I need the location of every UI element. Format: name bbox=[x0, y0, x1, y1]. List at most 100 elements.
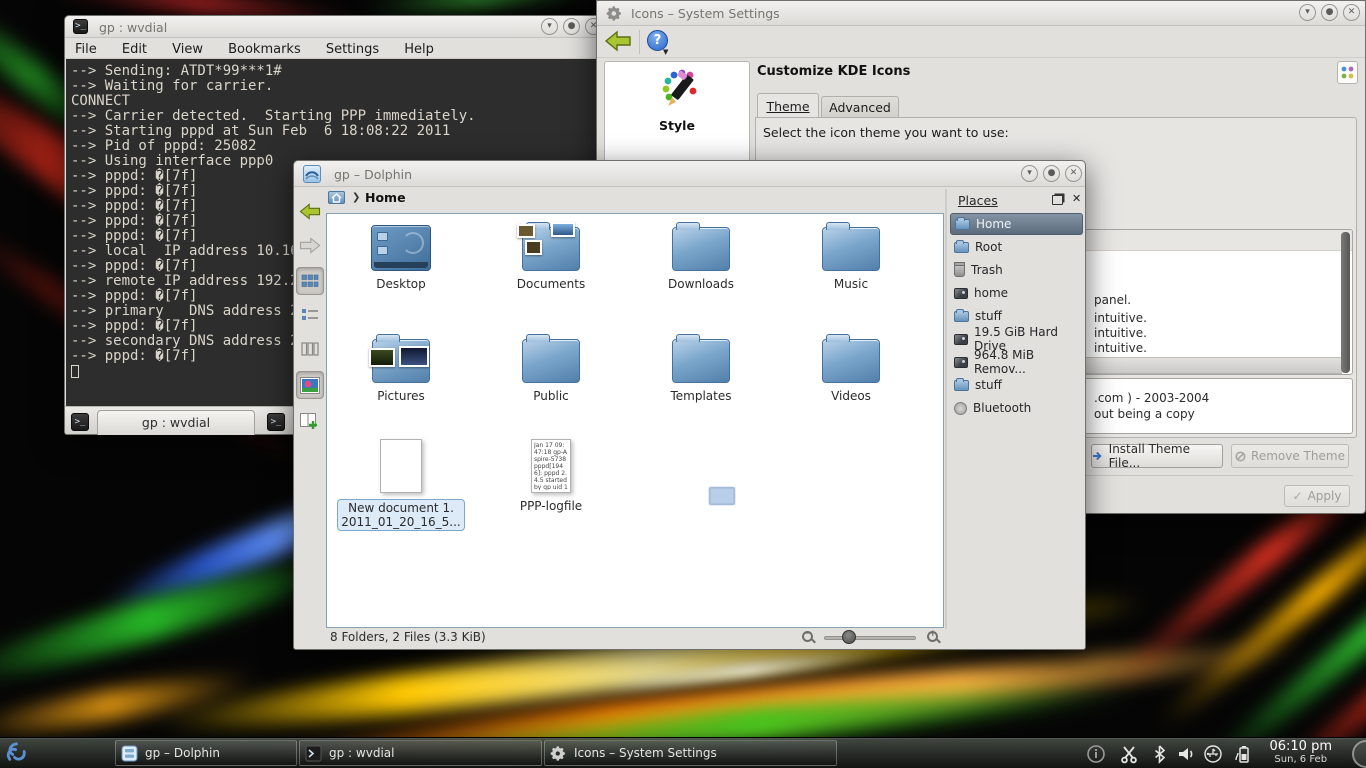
maximize-button[interactable]: ● bbox=[1043, 165, 1060, 182]
list-row-text: panel. bbox=[1094, 293, 1131, 307]
file-item-ppp-logfile[interactable]: Jan 17 09:47:18 gp-Aspire-5738 pppd[1946… bbox=[481, 433, 621, 513]
zoom-in-icon[interactable]: + bbox=[927, 631, 938, 642]
help-button[interactable]: ? ▼ bbox=[647, 30, 668, 51]
folder-item-pictures[interactable]: Pictures bbox=[331, 331, 471, 403]
icons-view-button[interactable] bbox=[296, 267, 324, 295]
menu-edit[interactable]: Edit bbox=[112, 39, 157, 57]
clock[interactable]: 06:10 pm Sun, 6 Feb bbox=[1269, 739, 1332, 765]
places-item-trash[interactable]: Trash bbox=[950, 259, 1083, 281]
maximize-button[interactable]: ● bbox=[1321, 4, 1338, 21]
places-item-home[interactable]: Home bbox=[950, 213, 1083, 235]
zoom-out-icon[interactable]: − bbox=[802, 631, 813, 642]
columns-view-button[interactable] bbox=[296, 335, 324, 363]
scrollbar-track[interactable] bbox=[1341, 232, 1350, 373]
device-notifier-icon[interactable] bbox=[1203, 744, 1223, 764]
places-item-home-drive[interactable]: home bbox=[950, 282, 1083, 304]
places-item-removable[interactable]: 964.8 MiB Remov... bbox=[950, 351, 1083, 373]
places-item-stuff2[interactable]: stuff bbox=[950, 374, 1083, 396]
places-item-bluetooth[interactable]: Bluetooth bbox=[950, 397, 1083, 419]
pictures-folder-icon bbox=[372, 339, 430, 383]
menu-bookmarks[interactable]: Bookmarks bbox=[218, 39, 311, 57]
folder-item-public[interactable]: Public bbox=[481, 331, 621, 403]
menu-file[interactable]: File bbox=[65, 39, 107, 57]
notifications-icon[interactable] bbox=[1086, 744, 1106, 764]
remove-theme-button[interactable]: Remove Theme bbox=[1231, 444, 1349, 468]
maximize-button[interactable]: ● bbox=[563, 18, 580, 35]
split-icon bbox=[300, 413, 320, 430]
preview-button[interactable] bbox=[296, 371, 324, 399]
module-overview-icon[interactable] bbox=[1337, 61, 1358, 84]
folder-icon bbox=[954, 380, 969, 391]
folder-item-music[interactable]: Music bbox=[781, 219, 921, 291]
places-item-stuff[interactable]: stuff bbox=[950, 305, 1083, 327]
split-view-button[interactable] bbox=[296, 407, 324, 435]
apply-button[interactable]: ✓ Apply bbox=[1284, 485, 1350, 507]
bluetooth-icon[interactable] bbox=[1150, 744, 1170, 764]
breadcrumb-home-icon[interactable] bbox=[328, 191, 345, 204]
details-view-icon bbox=[301, 307, 319, 323]
konsole-titlebar[interactable]: >_ gp : wvdial ▾ ● ✕ bbox=[65, 16, 609, 38]
install-theme-button[interactable]: Install Theme File... bbox=[1091, 444, 1223, 468]
taskbar-task-dolphin[interactable]: gp – Dolphin bbox=[115, 740, 297, 766]
zoom-slider-handle[interactable] bbox=[842, 630, 856, 644]
clock-time: 06:10 pm bbox=[1269, 739, 1332, 754]
float-panel-icon[interactable] bbox=[1052, 195, 1063, 205]
hard-drive-icon bbox=[954, 288, 968, 299]
tab-advanced[interactable]: Advanced bbox=[821, 96, 899, 118]
arrow-icon bbox=[1092, 451, 1104, 461]
folder-item-templates[interactable]: Templates bbox=[631, 331, 771, 403]
gear-icon bbox=[606, 5, 623, 22]
no-entry-icon bbox=[1235, 451, 1246, 462]
minimize-button[interactable]: ▾ bbox=[541, 18, 558, 35]
taskbar-task-wvdial[interactable]: gp : wvdial bbox=[299, 740, 542, 766]
list-row-text: intuitive. bbox=[1094, 341, 1147, 355]
details-view-button[interactable] bbox=[296, 301, 324, 329]
minimize-button[interactable]: ▾ bbox=[1021, 165, 1038, 182]
taskbar-task-system-settings[interactable]: Icons – System Settings bbox=[544, 740, 837, 766]
scrollbar-thumb[interactable] bbox=[1341, 232, 1350, 373]
window-title: gp : wvdial bbox=[99, 20, 167, 35]
panel-splitter[interactable] bbox=[945, 189, 947, 629]
close-tab-button[interactable]: >_ bbox=[265, 411, 287, 433]
konsole-task-icon bbox=[305, 745, 322, 762]
file-item-new-document[interactable]: New document 1. 2011_01_20_16_5... bbox=[331, 433, 471, 531]
forward-button[interactable] bbox=[296, 231, 324, 259]
check-icon: ✓ bbox=[1293, 489, 1303, 503]
konsole-tab[interactable]: gp : wvdial bbox=[97, 410, 255, 435]
dolphin-titlebar[interactable]: gp – Dolphin ▾ ● ✕ bbox=[294, 161, 1085, 187]
folder-item-videos[interactable]: Videos bbox=[781, 331, 921, 403]
bluetooth-icon bbox=[954, 402, 967, 415]
menu-view[interactable]: View bbox=[162, 39, 213, 57]
breadcrumb[interactable]: Home bbox=[365, 190, 406, 205]
sidebar-item-label: Style bbox=[605, 118, 749, 133]
system-settings-titlebar[interactable]: Icons – System Settings ▾ ● ✕ bbox=[597, 1, 1365, 26]
preview-icon bbox=[300, 377, 320, 394]
menu-settings[interactable]: Settings bbox=[316, 39, 389, 57]
places-item-hard-drive[interactable]: 19.5 GiB Hard Drive bbox=[950, 328, 1083, 350]
close-button[interactable]: ✕ bbox=[1343, 4, 1360, 21]
zoom-slider-track[interactable] bbox=[824, 636, 916, 640]
close-button[interactable]: ✕ bbox=[1065, 165, 1082, 182]
back-button[interactable] bbox=[296, 197, 324, 225]
style-icon bbox=[654, 66, 700, 112]
folder-icon bbox=[822, 339, 880, 383]
tab-theme[interactable]: Theme bbox=[757, 93, 819, 118]
panel-cashew-icon[interactable] bbox=[1352, 740, 1366, 768]
volume-icon[interactable] bbox=[1176, 744, 1196, 764]
app-launcher-icon[interactable] bbox=[3, 740, 30, 767]
description-line: .com ) - 2003-2004 bbox=[1094, 391, 1209, 405]
minimize-button[interactable]: ▾ bbox=[1299, 4, 1316, 21]
close-panel-icon[interactable]: ✕ bbox=[1072, 192, 1081, 205]
menu-help[interactable]: Help bbox=[394, 39, 444, 57]
folder-item-downloads[interactable]: Downloads bbox=[631, 219, 771, 291]
new-tab-button[interactable]: >_ bbox=[69, 411, 91, 433]
sidebar-item-style[interactable]: Style bbox=[605, 66, 749, 133]
klipper-scissors-icon[interactable] bbox=[1119, 744, 1139, 764]
battery-icon[interactable] bbox=[1232, 744, 1252, 764]
forward-arrow-icon bbox=[298, 236, 322, 255]
back-button[interactable] bbox=[603, 29, 633, 53]
folder-item-desktop[interactable]: Desktop bbox=[331, 219, 471, 291]
toolbar-separator bbox=[639, 30, 640, 54]
folder-item-documents[interactable]: Documents bbox=[481, 219, 621, 291]
places-item-root[interactable]: Root bbox=[950, 236, 1083, 258]
